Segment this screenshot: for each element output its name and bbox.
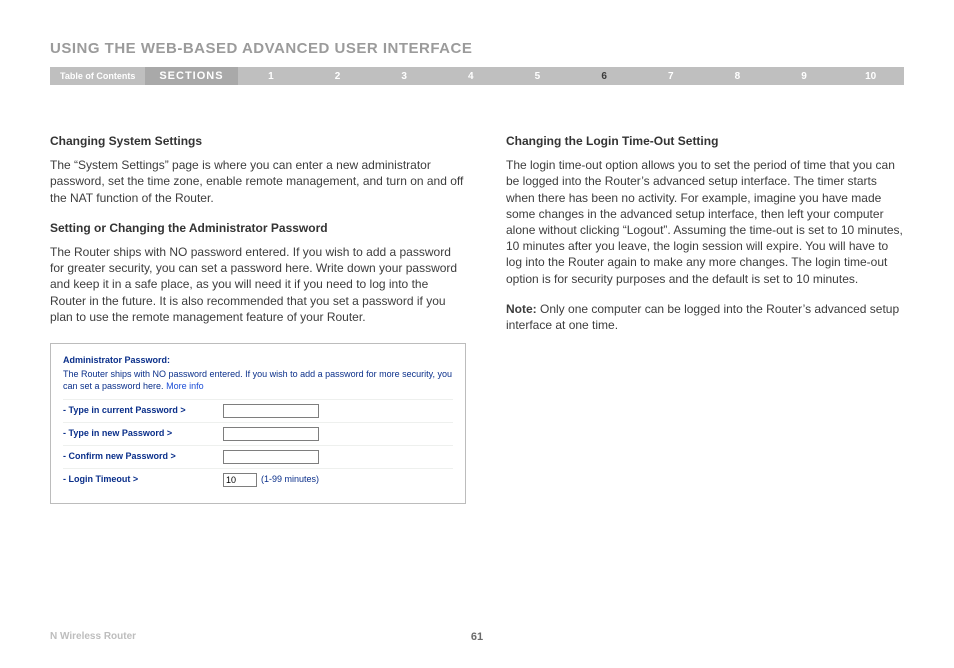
heading-login-timeout: Changing the Login Time-Out Setting: [506, 133, 904, 149]
label-confirm-password: - Confirm new Password >: [63, 450, 223, 462]
section-link-5[interactable]: 5: [504, 67, 571, 85]
row-confirm-password: - Confirm new Password >: [63, 445, 453, 468]
para-note: Note: Only one computer can be logged in…: [506, 301, 904, 333]
section-link-7[interactable]: 7: [637, 67, 704, 85]
label-login-timeout: - Login Timeout >: [63, 473, 223, 485]
section-link-8[interactable]: 8: [704, 67, 771, 85]
left-column: Changing System Settings The “System Set…: [50, 133, 466, 504]
para-system-settings: The “System Settings” page is where you …: [50, 157, 466, 206]
content-columns: Changing System Settings The “System Set…: [50, 133, 904, 504]
right-column: Changing the Login Time-Out Setting The …: [506, 133, 904, 504]
heading-changing-system-settings: Changing System Settings: [50, 133, 466, 149]
section-link-1[interactable]: 1: [238, 67, 305, 85]
manual-page: USING THE WEB-BASED ADVANCED USER INTERF…: [0, 0, 954, 668]
label-current-password: - Type in current Password >: [63, 404, 223, 416]
label-new-password: - Type in new Password >: [63, 427, 223, 439]
page-number: 61: [50, 631, 904, 643]
section-link-9[interactable]: 9: [771, 67, 838, 85]
section-navbar: Table of Contents SECTIONS 1 2 3 4 5 6 7…: [50, 67, 904, 85]
row-new-password: - Type in new Password >: [63, 422, 453, 445]
note-label: Note:: [506, 302, 537, 316]
router-ui-panel: Administrator Password: The Router ships…: [50, 343, 466, 504]
current-password-field[interactable]: [223, 404, 319, 418]
section-link-4[interactable]: 4: [438, 67, 505, 85]
toc-link[interactable]: Table of Contents: [50, 67, 145, 85]
section-link-10[interactable]: 10: [837, 67, 904, 85]
login-timeout-field[interactable]: [223, 473, 257, 487]
heading-admin-password: Setting or Changing the Administrator Pa…: [50, 220, 466, 236]
para-admin-password: The Router ships with NO password entere…: [50, 244, 466, 325]
section-link-2[interactable]: 2: [304, 67, 371, 85]
para-login-timeout: The login time-out option allows you to …: [506, 157, 904, 287]
page-title: USING THE WEB-BASED ADVANCED USER INTERF…: [50, 40, 904, 57]
section-link-6[interactable]: 6: [571, 67, 638, 85]
new-password-field[interactable]: [223, 427, 319, 441]
page-footer: N Wireless Router 61: [50, 631, 904, 642]
more-info-link[interactable]: More info: [166, 381, 204, 391]
login-timeout-hint: (1-99 minutes): [261, 473, 319, 485]
sections-label: SECTIONS: [145, 67, 237, 85]
confirm-password-field[interactable]: [223, 450, 319, 464]
section-link-3[interactable]: 3: [371, 67, 438, 85]
row-current-password: - Type in current Password >: [63, 399, 453, 422]
router-panel-desc: The Router ships with NO password entere…: [63, 369, 452, 391]
row-login-timeout: - Login Timeout > (1-99 minutes): [63, 468, 453, 491]
note-text: Only one computer can be logged into the…: [506, 302, 899, 332]
router-panel-title: Administrator Password:: [63, 354, 453, 366]
